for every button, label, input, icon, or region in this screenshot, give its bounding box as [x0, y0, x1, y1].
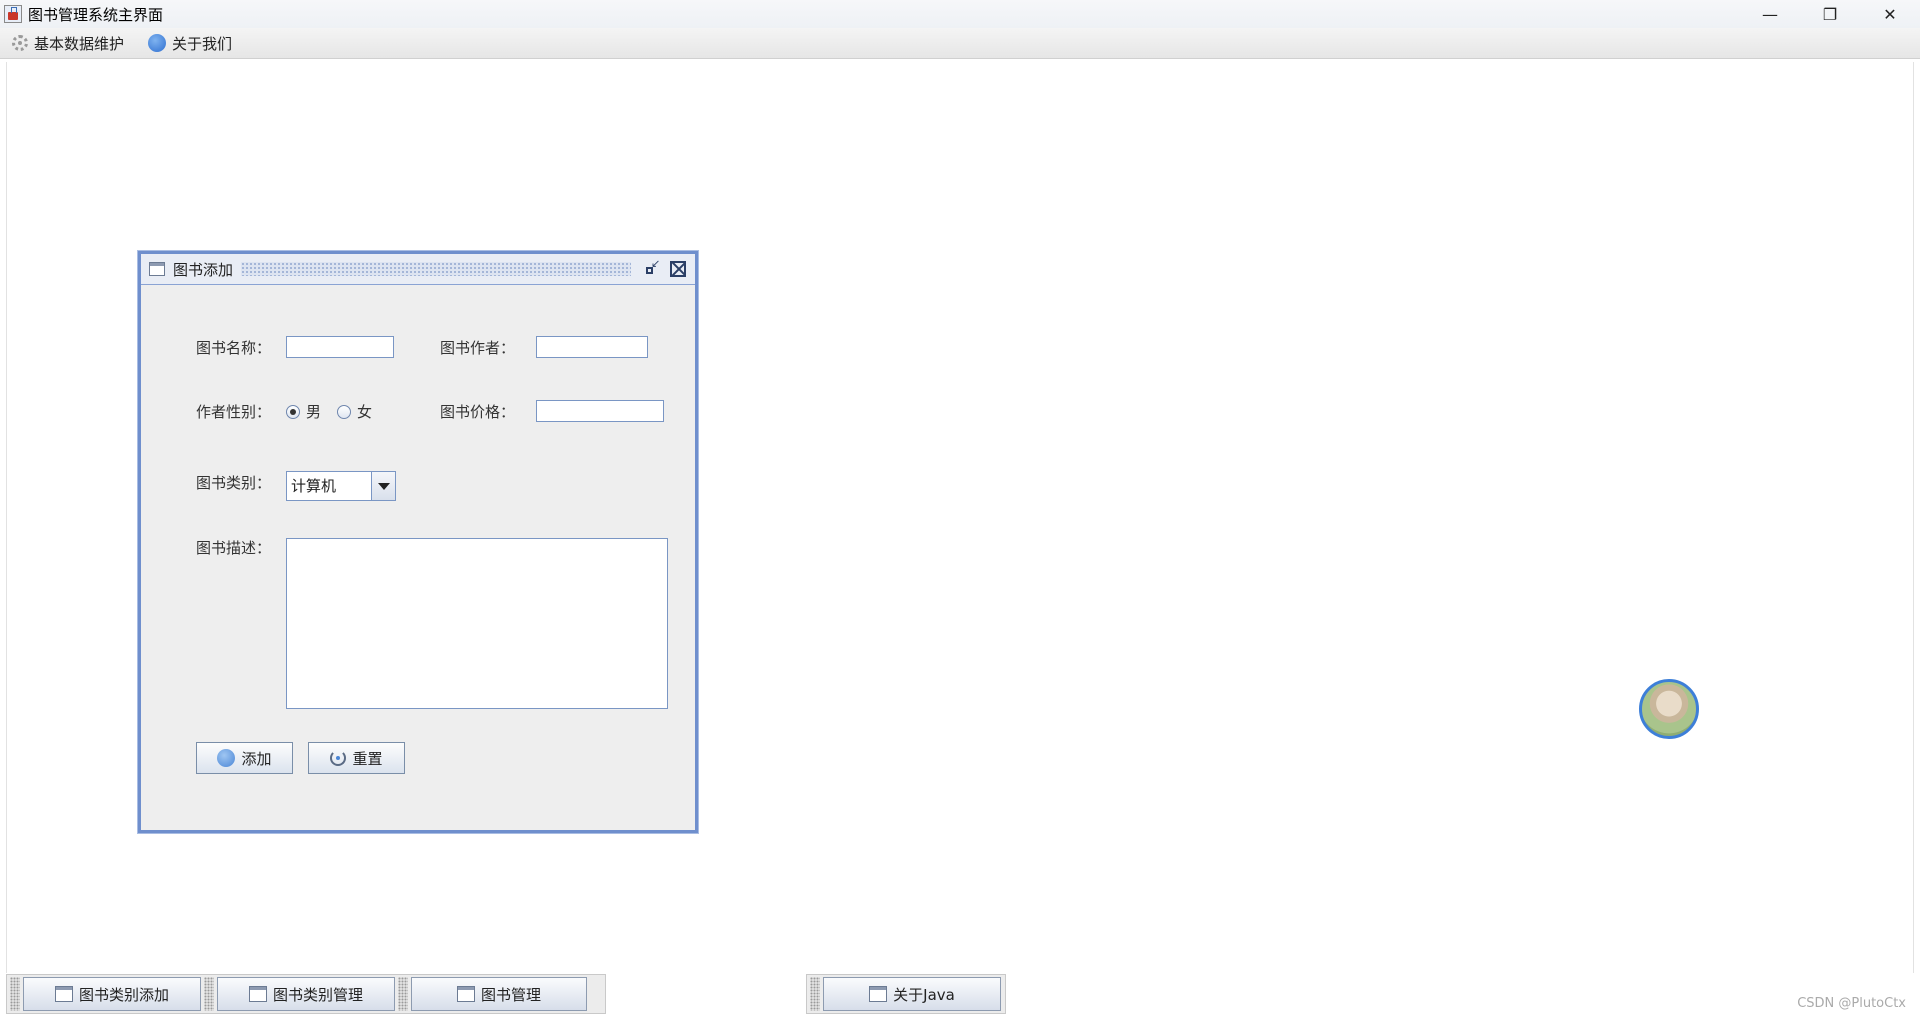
gender-male-radio[interactable]: 男: [286, 401, 321, 422]
desktop-pane: 图书添加 图书名称： 图书作者： 作者性别： 男 女 图书价格： 图书类别：: [6, 62, 1914, 973]
radio-unchecked-icon: [337, 404, 351, 419]
add-button[interactable]: 添加: [196, 742, 293, 774]
frame-window-icon: [456, 986, 475, 1002]
watermark: CSDN @PlutoCtx: [1797, 996, 1906, 1011]
menu-bar: 基本数据维护 关于我们: [0, 28, 1920, 59]
menu-about-us[interactable]: 关于我们: [144, 30, 236, 56]
toolbar-button-label: 图书类别添加: [78, 985, 169, 1004]
close-button[interactable]: ✕: [1860, 0, 1920, 28]
menu-basic-data-label: 基本数据维护: [34, 34, 125, 53]
reset-icon: [330, 750, 347, 766]
book-category-label: 图书类别：: [196, 474, 272, 492]
frame-titlebar[interactable]: 图书添加: [141, 254, 695, 285]
dropdown-arrow-button[interactable]: [371, 472, 395, 500]
frame-restore-button[interactable]: [643, 257, 661, 278]
gear-icon: [12, 35, 28, 51]
frame-window-icon: [54, 986, 73, 1002]
frame-window-icon: [869, 986, 888, 1002]
book-desc-textarea[interactable]: [286, 538, 668, 709]
book-category-select[interactable]: 计算机: [286, 471, 396, 501]
chevron-down-icon: [377, 482, 390, 490]
close-icon: [670, 261, 686, 277]
toolbar-grip[interactable]: [398, 977, 408, 1011]
gender-female-radio[interactable]: 女: [337, 401, 372, 422]
toolbar-book-category-manage-button[interactable]: 图书类别管理: [217, 977, 395, 1011]
reset-button-label: 重置: [352, 749, 383, 768]
toolbar-book-category-add-button[interactable]: 图书类别添加: [23, 977, 201, 1011]
frame-window-icon: [149, 262, 165, 276]
minimize-button[interactable]: —: [1740, 0, 1800, 28]
reset-button[interactable]: 重置: [308, 742, 405, 774]
book-price-input[interactable]: [536, 400, 664, 422]
book-name-label: 图书名称：: [196, 339, 272, 357]
book-author-input[interactable]: [536, 336, 648, 358]
frame-drag-grip[interactable]: [241, 262, 631, 276]
toolbar-button-label: 关于Java: [893, 985, 955, 1004]
add-button-label: 添加: [241, 749, 272, 768]
book-add-frame[interactable]: 图书添加 图书名称： 图书作者： 作者性别： 男 女 图书价格： 图书类别：: [137, 250, 699, 834]
window-controls: — ❐ ✕: [1740, 0, 1920, 28]
book-author-label: 图书作者：: [440, 339, 516, 357]
add-icon: [217, 749, 236, 767]
gender-female-label: 女: [357, 403, 373, 421]
book-name-input[interactable]: [286, 336, 394, 358]
frame-body: 图书名称： 图书作者： 作者性别： 男 女 图书价格： 图书类别： 计算机 图书…: [141, 285, 695, 831]
toolbar-grip[interactable]: [10, 977, 20, 1011]
restore-icon: [646, 257, 660, 275]
toolbar-about-java-button[interactable]: 关于Java: [823, 977, 1001, 1011]
gender-male-label: 男: [306, 403, 322, 421]
menu-about-us-label: 关于我们: [172, 34, 233, 53]
toolbar-book-manage-button[interactable]: 图书管理: [411, 977, 587, 1011]
bottom-toolbar-left: 图书类别添加 图书类别管理 图书管理: [6, 974, 606, 1014]
toolbar-grip[interactable]: [810, 977, 820, 1011]
toolbar-button-label: 图书类别管理: [272, 985, 363, 1004]
menu-basic-data[interactable]: 基本数据维护: [8, 30, 128, 56]
bottom-toolbar-right: 关于Java: [806, 974, 1006, 1014]
window-titlebar: 图书管理系统主界面 — ❐ ✕: [0, 0, 1920, 28]
java-app-icon: [4, 5, 22, 23]
frame-window-icon: [248, 986, 267, 1002]
toolbar-button-label: 图书管理: [480, 985, 541, 1004]
window-title: 图书管理系统主界面: [28, 5, 164, 24]
frame-close-button[interactable]: [669, 260, 687, 278]
book-category-value: 计算机: [291, 477, 337, 495]
info-icon: [148, 34, 167, 52]
book-desc-label: 图书描述：: [196, 539, 272, 557]
radio-checked-icon: [286, 404, 300, 419]
book-price-label: 图书价格：: [440, 403, 516, 421]
toolbar-grip[interactable]: [204, 977, 214, 1011]
author-gender-label: 作者性别：: [196, 403, 272, 421]
avatar[interactable]: [1639, 679, 1699, 739]
maximize-button[interactable]: ❐: [1800, 0, 1860, 28]
frame-title: 图书添加: [173, 260, 234, 279]
